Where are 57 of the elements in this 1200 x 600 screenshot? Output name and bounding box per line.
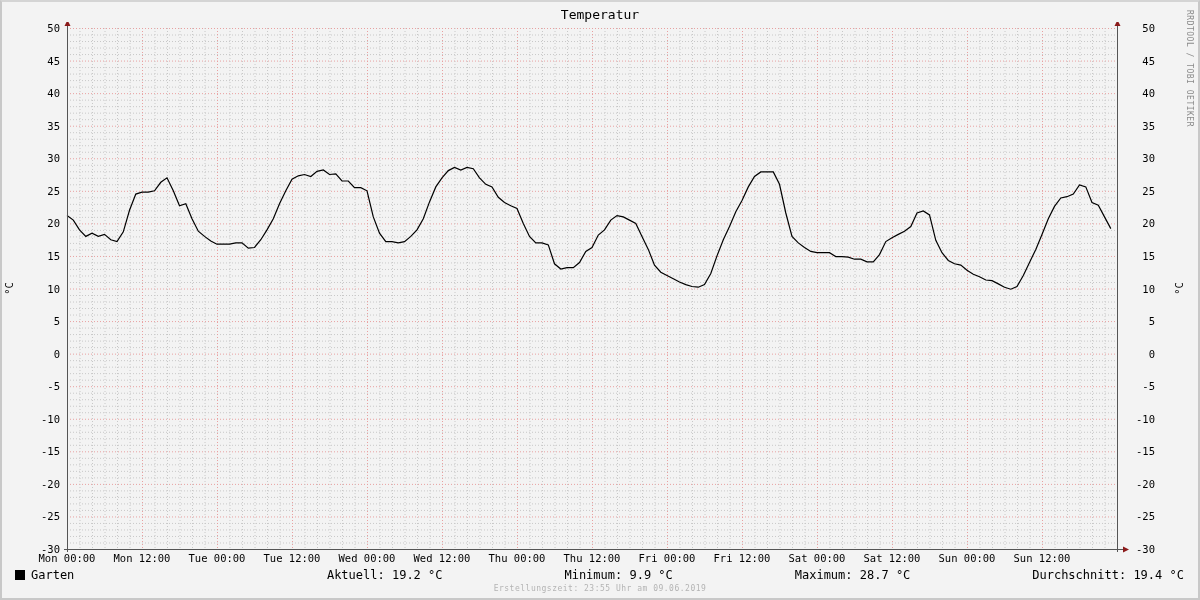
axis-label: Thu 12:00 — [563, 552, 621, 564]
axis-label: Thu 00:00 — [488, 552, 546, 564]
axis-label: 40 — [1142, 87, 1155, 100]
legend-stat: Minimum: 9.9 °C — [564, 568, 673, 582]
axis-label: -5 — [1142, 380, 1155, 393]
axis-label: 20 — [1142, 217, 1155, 230]
legend-stat: Aktuell: 19.2 °C — [326, 568, 443, 582]
axis-label: 30 — [1142, 152, 1155, 165]
axis-label: -30 — [1136, 543, 1155, 555]
axis-label: -5 — [47, 380, 60, 393]
axis-label: 45 — [1142, 54, 1155, 67]
axis-label: 45 — [47, 54, 60, 67]
axis-label: -25 — [41, 510, 60, 523]
axis-label: 25 — [1142, 184, 1155, 197]
axis-label: 50 — [47, 22, 60, 34]
axis-label: 35 — [1142, 119, 1155, 132]
axis-label: Fri 12:00 — [713, 552, 771, 564]
chart-title: Temperatur — [560, 7, 640, 22]
axis-label: Sun 00:00 — [938, 552, 996, 564]
axis-title: °C — [3, 282, 15, 295]
axis-label: 10 — [1142, 282, 1155, 295]
axis-label: Wed 12:00 — [413, 552, 471, 564]
axis-label: Tue 00:00 — [188, 552, 246, 564]
axis-label: 15 — [47, 249, 60, 262]
axis-label: -10 — [41, 412, 60, 425]
axis-label: -15 — [41, 445, 60, 458]
axis-label: 5 — [1148, 315, 1155, 328]
axis-label: -20 — [1136, 477, 1155, 490]
axis-label: Mon 00:00 — [38, 552, 96, 564]
axis-label: Sun 12:00 — [1013, 552, 1071, 564]
axis-label: Tue 12:00 — [263, 552, 321, 564]
axis-label: -15 — [1136, 445, 1155, 458]
axis-label: Wed 00:00 — [338, 552, 396, 564]
axis-label: 15 — [1142, 249, 1155, 262]
axis-label: -30 — [41, 543, 60, 555]
axis-label: 25 — [47, 184, 60, 197]
axis-label: 30 — [47, 152, 60, 165]
axis-label: 35 — [47, 119, 60, 132]
axis-label: Fri 00:00 — [638, 552, 696, 564]
legend-stat: Maximum: 28.7 °C — [794, 568, 911, 582]
axis-label: -20 — [41, 477, 60, 490]
axis-label: 50 — [1142, 22, 1155, 34]
legend-stat: Durchschnitt: 19.4 °C — [1032, 568, 1184, 582]
axis-label: 0 — [53, 347, 60, 360]
axis-label: Sat 12:00 — [863, 552, 921, 564]
axis-label: 10 — [47, 282, 60, 295]
axis-label: 5 — [53, 315, 60, 328]
legend-label: Garten — [31, 568, 75, 582]
axis-label: Mon 12:00 — [113, 552, 171, 564]
axis-label: Sat 00:00 — [788, 552, 846, 564]
axis-label: -25 — [1136, 510, 1155, 523]
axis-label: 40 — [47, 87, 60, 100]
axis-label: 20 — [47, 217, 60, 230]
axis-label: -10 — [1136, 412, 1155, 425]
axis-label: 0 — [1148, 347, 1155, 360]
axis-title: °C — [1173, 282, 1185, 295]
side-text: RRDTOOL / TOBI OETIKER — [1185, 10, 1194, 127]
